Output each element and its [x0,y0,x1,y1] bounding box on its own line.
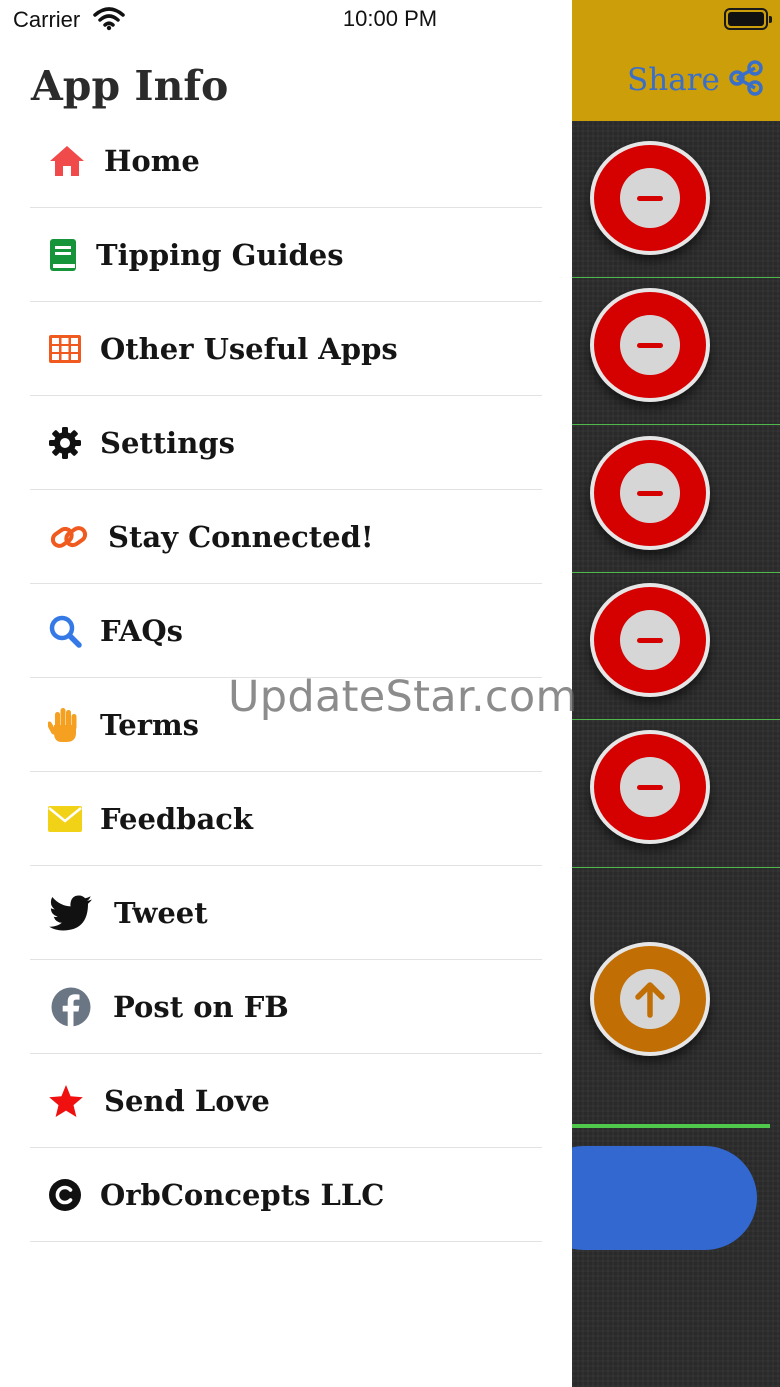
menu-item-home[interactable]: Home [30,114,542,208]
home-icon [48,144,86,178]
menu-item-tweet[interactable]: Tweet [30,866,542,960]
envelope-icon [48,805,82,832]
battery-icon [724,8,772,30]
gear-icon [48,426,82,460]
scroll-up-button[interactable] [590,942,710,1056]
menu-item-stay-connected[interactable]: Stay Connected! [30,490,542,584]
share-button[interactable]: Share [627,60,764,100]
menu-item-label: Feedback [100,801,254,836]
menu-item-feedback[interactable]: Feedback [30,772,542,866]
remove-button[interactable] [590,583,710,697]
hand-icon [48,707,80,743]
search-icon [48,614,82,648]
menu-item-post-on-fb[interactable]: Post on FB [30,960,542,1054]
background-app: Share [572,0,780,1387]
side-drawer: Carrier App Info Home Tipping Guides Oth… [0,0,572,1387]
wifi-icon [93,7,125,35]
remove-button[interactable] [590,730,710,844]
minus-icon [620,463,680,523]
row-divider [572,719,780,720]
app-header-bar: Share [572,0,780,121]
menu-item-label: OrbConcepts LLC [100,1177,385,1212]
menu-item-label: Post on FB [113,989,289,1024]
grid-icon [49,334,81,363]
menu-item-terms[interactable]: Terms [30,678,542,772]
minus-icon [620,757,680,817]
remove-button[interactable] [590,288,710,402]
arrow-up-icon [620,969,680,1029]
menu-item-label: Home [104,143,200,178]
minus-icon [620,168,680,228]
remove-button[interactable] [590,141,710,255]
menu-item-label: Tweet [114,895,208,930]
star-icon [48,1084,84,1118]
menu-item-other-apps[interactable]: Other Useful Apps [30,302,542,396]
facebook-icon [51,987,91,1027]
share-icon [728,60,764,100]
link-icon [49,522,89,552]
copyright-icon [48,1178,82,1212]
row-divider [572,424,780,425]
row-divider [572,867,780,868]
menu-item-settings[interactable]: Settings [30,396,542,490]
share-label: Share [627,62,720,98]
remove-button[interactable] [590,436,710,550]
action-pill-button[interactable] [572,1146,757,1250]
row-divider [572,277,780,278]
menu-item-label: Send Love [104,1083,270,1118]
twitter-icon [49,895,93,931]
menu-item-label: Tipping Guides [96,237,344,272]
minus-icon [620,315,680,375]
drawer-title: App Info [31,62,229,110]
menu-item-label: FAQs [100,613,183,648]
menu-item-tipping-guides[interactable]: Tipping Guides [30,208,542,302]
row-divider [572,572,780,573]
carrier-label: Carrier [13,7,81,32]
menu-item-label: Settings [100,425,235,460]
book-icon [49,238,77,272]
divider-bar [572,1124,770,1128]
minus-icon [620,610,680,670]
menu-item-label: Terms [100,707,199,742]
menu-item-label: Other Useful Apps [100,331,398,366]
menu-item-label: Stay Connected! [108,519,374,554]
menu-item-faqs[interactable]: FAQs [30,584,542,678]
menu-item-orbconcepts[interactable]: OrbConcepts LLC [30,1148,542,1242]
menu-item-send-love[interactable]: Send Love [30,1054,542,1148]
